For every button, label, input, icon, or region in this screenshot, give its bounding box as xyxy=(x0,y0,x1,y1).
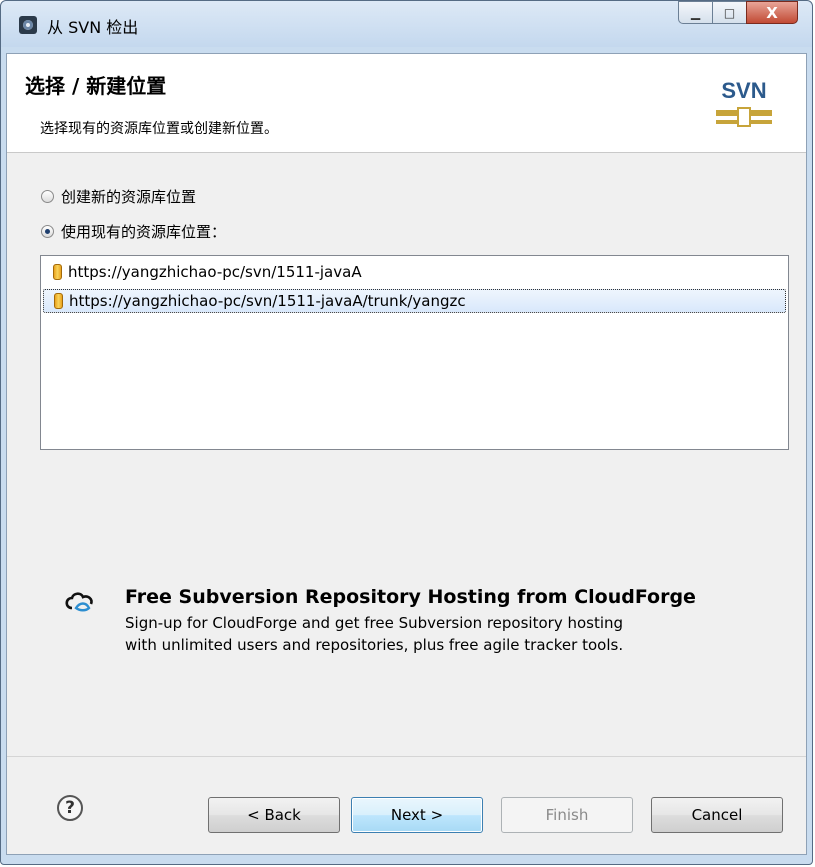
radio-create-new-label: 创建新的资源库位置 xyxy=(61,188,197,206)
svn-logo-box xyxy=(737,107,751,127)
help-icon[interactable]: ? xyxy=(57,795,83,821)
window-controls: ▁ □ X xyxy=(678,1,798,26)
repository-item-selected[interactable]: https://yangzhichao-pc/svn/1511-javaA/tr… xyxy=(43,289,786,313)
maximize-button[interactable]: □ xyxy=(712,1,746,24)
title-bar[interactable]: 从 SVN 检出 ▁ □ X xyxy=(1,1,812,47)
minimize-icon: ▁ xyxy=(690,5,701,20)
svn-logo-text: SVN xyxy=(721,78,767,103)
repository-url: https://yangzhichao-pc/svn/1511-javaA xyxy=(68,263,362,281)
page-title: 选择 / 新建位置 xyxy=(25,74,167,98)
dialog-window: 从 SVN 检出 ▁ □ X 选择 / 新建位置 选择现有的资源库位置或创建新位… xyxy=(0,0,813,865)
close-icon: X xyxy=(766,3,778,22)
help-glyph: ? xyxy=(65,798,75,818)
maximize-icon: □ xyxy=(723,5,736,20)
close-button[interactable]: X xyxy=(746,1,798,24)
radio-unchecked-icon[interactable] xyxy=(41,190,54,203)
wizard-banner: 选择 / 新建位置 选择现有的资源库位置或创建新位置。 SVN xyxy=(7,54,806,153)
repository-item[interactable]: https://yangzhichao-pc/svn/1511-javaA xyxy=(43,260,786,284)
dialog-content: 选择 / 新建位置 选择现有的资源库位置或创建新位置。 SVN 创建新的资源库位… xyxy=(6,53,807,855)
window-title: 从 SVN 检出 xyxy=(47,18,139,37)
radio-create-new[interactable]: 创建新的资源库位置 xyxy=(41,186,196,207)
back-button[interactable]: < Back xyxy=(208,797,340,833)
finish-button-label: Finish xyxy=(545,806,589,824)
repository-icon xyxy=(54,293,63,309)
repository-list[interactable]: https://yangzhichao-pc/svn/1511-javaA ht… xyxy=(40,255,789,450)
repository-icon xyxy=(53,264,62,280)
back-button-label: < Back xyxy=(247,806,301,824)
next-button-label: Next > xyxy=(390,806,444,824)
cloudforge-icon xyxy=(65,592,93,612)
cloudforge-title[interactable]: Free Subversion Repository Hosting from … xyxy=(125,586,696,608)
cancel-button[interactable]: Cancel xyxy=(651,797,783,833)
radio-use-existing[interactable]: 使用现有的资源库位置： xyxy=(41,221,226,242)
button-bar-separator xyxy=(7,756,806,757)
finish-button[interactable]: Finish xyxy=(501,797,633,833)
page-description: 选择现有的资源库位置或创建新位置。 xyxy=(40,121,278,137)
radio-use-existing-label: 使用现有的资源库位置： xyxy=(61,223,227,241)
cancel-button-label: Cancel xyxy=(691,806,743,824)
cloudforge-line-2: with unlimited users and repositories, p… xyxy=(125,636,624,654)
radio-checked-icon[interactable] xyxy=(41,225,54,238)
repository-url: https://yangzhichao-pc/svn/1511-javaA/tr… xyxy=(69,292,466,310)
next-button[interactable]: Next > xyxy=(351,797,483,833)
svn-logo-icon: SVN xyxy=(712,76,776,134)
eclipse-app-icon xyxy=(19,16,37,34)
minimize-button[interactable]: ▁ xyxy=(678,1,712,24)
cloudforge-line-1: Sign-up for CloudForge and get free Subv… xyxy=(125,614,624,632)
